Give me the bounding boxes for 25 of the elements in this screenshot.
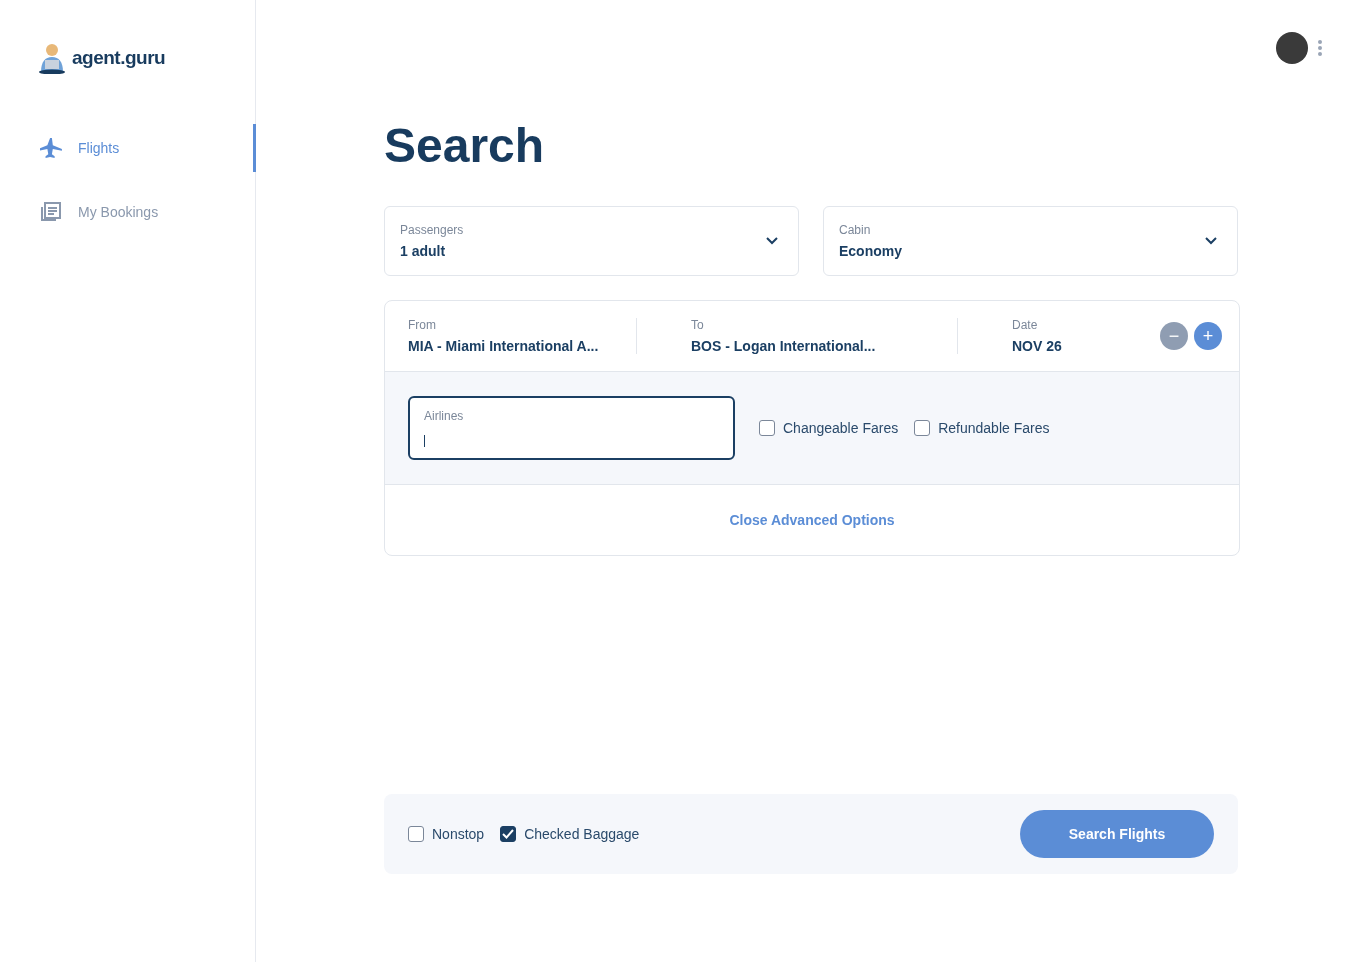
- route-field[interactable]: From MIA - Miami International A...: [408, 318, 636, 354]
- sidebar-item[interactable]: Flights: [0, 124, 256, 172]
- route-field[interactable]: To BOS - Logan International...: [636, 318, 957, 354]
- checkbox-option[interactable]: Nonstop: [408, 826, 485, 842]
- avatar[interactable]: [1276, 32, 1308, 64]
- route-field[interactable]: Date NOV 26: [957, 318, 1160, 354]
- page-title: Search: [384, 118, 546, 174]
- text-cursor: [424, 435, 425, 447]
- person-with-laptop-logo: [38, 42, 66, 74]
- checkbox[interactable]: [408, 826, 424, 842]
- checkbox-option[interactable]: Checked Baggage: [500, 826, 640, 842]
- brand-name: agent.guru: [72, 47, 166, 69]
- checkbox-option[interactable]: Changeable Fares: [759, 420, 899, 436]
- checkbox-option[interactable]: Refundable Fares: [914, 420, 1050, 436]
- dropdown-field[interactable]: Cabin Economy: [823, 206, 1238, 276]
- checkbox[interactable]: [914, 420, 931, 436]
- airplane-icon: [40, 138, 62, 158]
- airlines-field[interactable]: Airlines: [408, 396, 735, 460]
- more-options-icon[interactable]: [1318, 40, 1322, 56]
- chevron-down-icon: [1205, 237, 1217, 245]
- checkbox[interactable]: [759, 420, 775, 436]
- document-list-icon: [40, 202, 62, 222]
- checkbox[interactable]: [500, 826, 517, 842]
- dropdown-field[interactable]: Passengers 1 adult: [384, 206, 799, 276]
- chevron-down-icon: [766, 237, 778, 245]
